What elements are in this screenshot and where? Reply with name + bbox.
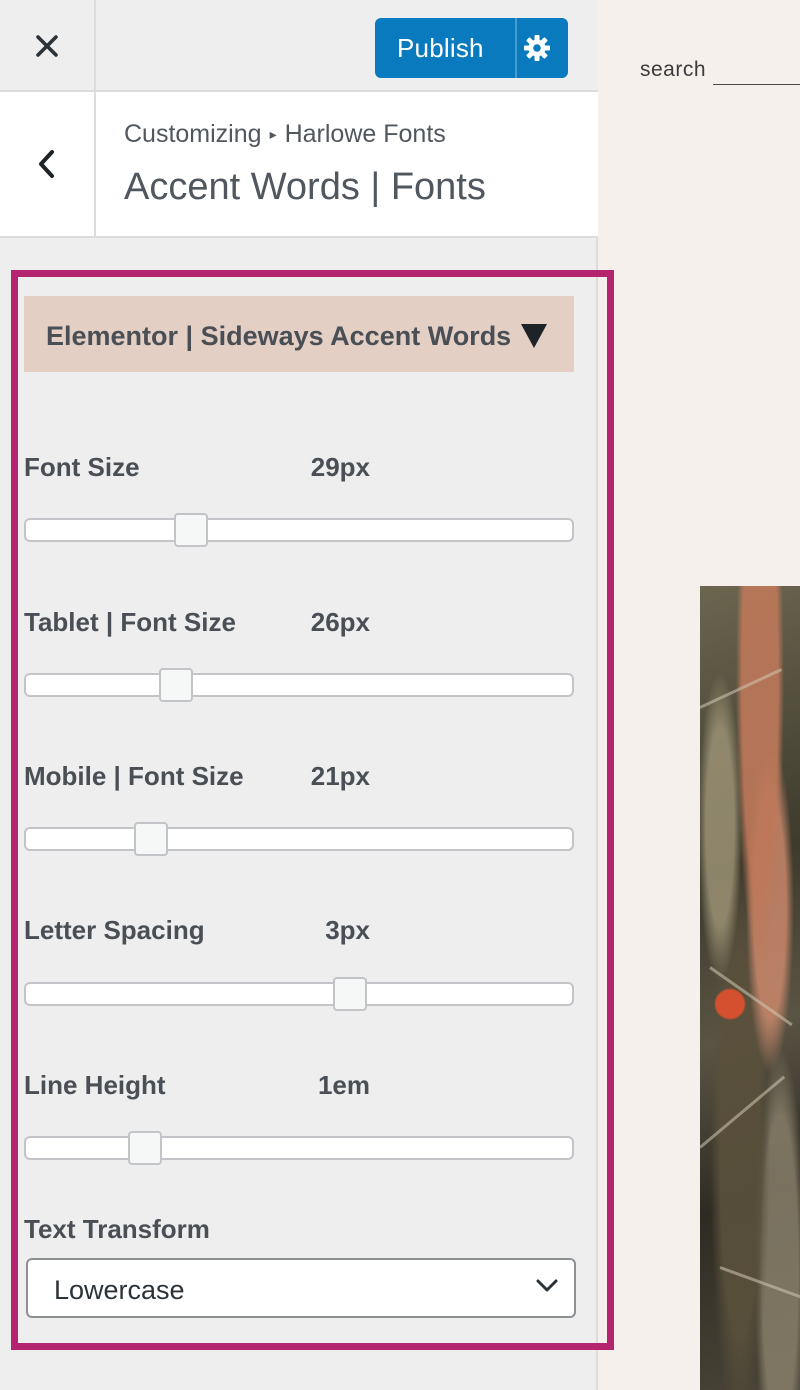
photo-twig [700,668,783,709]
photo-twig [700,1075,786,1149]
search-input[interactable] [713,84,800,85]
publish-divider [515,18,517,78]
highlight-frame [11,270,614,1350]
search-label: search [640,58,707,81]
breadcrumb: Customizing ▸ Harlowe Fonts [124,120,446,149]
preview-photo [700,586,800,1390]
page-title: Accent Words | Fonts [124,166,486,208]
breadcrumb-current: Harlowe Fonts [284,120,446,148]
photo-twig [719,1266,800,1300]
breadcrumb-root: Customizing [124,120,262,148]
breadcrumb-separator: ▸ [269,126,277,142]
publish-button[interactable]: Publish [375,18,568,78]
publish-label: Publish [397,32,484,63]
chevron-left-icon [39,150,54,178]
close-icon [36,35,58,57]
section-header: Customizing ▸ Harlowe Fonts Accent Words |… [0,92,598,238]
gear-icon[interactable] [523,34,551,62]
back-button[interactable] [0,92,96,236]
photo-twig [709,966,793,1027]
customizer-topbar: Publish [0,0,598,92]
close-button[interactable] [0,0,96,92]
